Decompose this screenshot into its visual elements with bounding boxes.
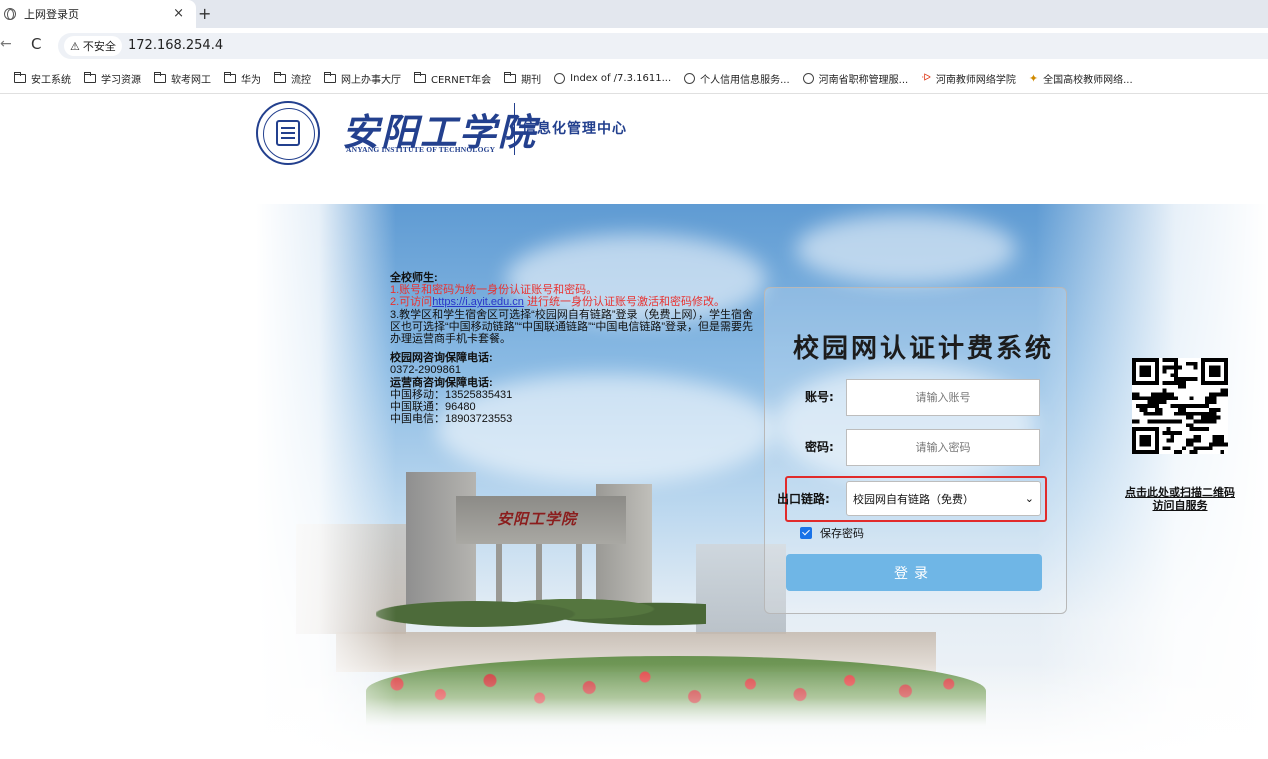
bookmark-item[interactable]: 网上办事大厅 — [323, 71, 401, 86]
qr-caption-line-2: 访问自服务 — [1152, 499, 1208, 512]
identity-portal-link[interactable]: https://i.ayit.edu.cn — [432, 296, 524, 308]
chevron-down-icon: ⌄ — [1024, 492, 1034, 505]
notice-line-3: 3.教学区和学生宿舍区可选择“校园网自有链路”登录（免费上网），学生宿舍区也可选… — [390, 308, 753, 346]
bookmark-label: 软考网工 — [171, 75, 211, 86]
mobile-phone: 中国移动：13525835431 — [390, 388, 513, 401]
isp-phone-label: 运营商咨询保障电话: — [390, 376, 493, 389]
tab-title: 上网登录页 — [24, 8, 79, 21]
folder-icon — [13, 72, 26, 83]
bookmark-item[interactable]: 河南省职称管理服... — [802, 71, 909, 86]
campus-phone-label: 校园网咨询保障电话: — [390, 352, 493, 365]
bookmarks-bar: 安工系统 学习资源 软考网工 华为 流控 网上办事大厅 CERNET年会 期刊 Index of… — [0, 64, 1268, 94]
globe-icon — [684, 73, 696, 84]
tab-bar: 上网登录页 × + — [0, 0, 1268, 28]
folder-icon — [273, 72, 286, 83]
exit-link-select[interactable]: 校园网自有链路（免费） ⌄ — [846, 481, 1041, 516]
notice-panel: 全校师生: 1.账号和密码为统一身份认证账号和密码。 2.可访问https://… — [390, 272, 762, 425]
bookmark-item[interactable]: 个人信用信息服务... — [684, 71, 790, 86]
bookmark-label: Index of /7.3.1611... — [570, 73, 672, 84]
folder-icon — [323, 72, 336, 83]
campus-phone: 0372-2909861 — [390, 364, 461, 377]
bookmark-label: 个人信用信息服务... — [700, 75, 790, 86]
self-service-link[interactable]: 点击此处或扫描二维码 访问自服务 — [1118, 486, 1242, 512]
reload-icon[interactable]: C — [31, 35, 41, 53]
hero-background: 安阳工学院 全校师生: 1.账号和密码为统一身份认证账号和密码。 2.可访问ht… — [256, 204, 1268, 759]
bookmark-item[interactable]: 期刊 — [503, 71, 542, 86]
save-password-label: 保存密码 — [820, 527, 864, 540]
folder-icon — [223, 72, 236, 83]
bookmark-item[interactable]: 软考网工 — [153, 71, 211, 86]
bookmark-label: 网上办事大厅 — [341, 75, 401, 86]
qr-code[interactable] — [1132, 358, 1228, 454]
notice-heading: 全校师生: — [390, 272, 438, 284]
flame-icon: ᐒ — [921, 73, 931, 84]
qr-caption-line-1: 点击此处或扫描二维码 — [1125, 486, 1235, 499]
password-label: 密码: — [805, 440, 834, 454]
bookmark-item[interactable]: ᐒ 河南教师网络学院 — [921, 71, 1016, 86]
address-bar: ← C ⚠ 不安全 172.168.254.4 — [0, 28, 1268, 64]
bookmark-item[interactable]: ✦ 全国高校教师网络... — [1029, 71, 1133, 86]
save-password-row[interactable]: 保存密码 — [800, 525, 864, 541]
school-name-en: ANYANG INSTITUTE OF TECHNOLOGY — [346, 145, 496, 154]
bookmark-label: CERNET年会 — [431, 75, 492, 86]
new-tab-button[interactable]: + — [198, 4, 211, 23]
account-input[interactable] — [846, 379, 1040, 416]
school-seal-logo — [256, 101, 320, 165]
site-header: 安阳工学院 ANYANG INSTITUTE OF TECHNOLOGY 信息化… — [256, 98, 676, 165]
bookmark-label: 学习资源 — [101, 75, 141, 86]
login-title: 校园网认证计费系统 — [793, 334, 1055, 364]
bookmark-item[interactable]: 学习资源 — [83, 71, 141, 86]
security-warning-text: 不安全 — [82, 40, 116, 53]
folder-icon — [413, 72, 426, 83]
bookmark-label: 期刊 — [521, 75, 542, 86]
notice-line-2: 2.可访问https://i.ayit.edu.cn 进行统一身份认证账号激活和… — [390, 296, 762, 308]
globe-icon — [554, 73, 566, 84]
back-arrow-icon[interactable]: ← — [0, 36, 12, 52]
telecom-phone: 中国电信：18903723553 — [390, 413, 513, 426]
login-button[interactable]: 登录 — [786, 554, 1042, 591]
globe-icon — [4, 8, 16, 20]
omnibox[interactable]: ⚠ 不安全 172.168.254.4 — [58, 33, 1268, 59]
folder-icon — [83, 72, 96, 83]
warning-triangle-icon: ⚠ — [70, 39, 80, 53]
security-chip[interactable]: ⚠ 不安全 — [64, 36, 122, 56]
bookmark-label: 流控 — [291, 75, 311, 86]
bookmark-label: 华为 — [241, 75, 261, 86]
center-name: 信息化管理中心 — [522, 121, 627, 137]
password-input[interactable] — [846, 429, 1040, 466]
bookmark-label: 河南省职称管理服... — [818, 75, 909, 86]
save-password-checkbox[interactable] — [800, 527, 812, 539]
notice-line-2-suffix: 进行统一身份认证账号激活和密码修改。 — [523, 296, 725, 309]
browser-tab[interactable]: 上网登录页 × — [0, 0, 196, 28]
folder-icon — [153, 72, 166, 83]
header-divider — [514, 103, 515, 155]
login-panel: 校园网认证计费系统 账号: 密码: 出口链路: 校园网自有链路（免费） ⌄ 保存… — [764, 287, 1067, 614]
bookmark-label: 全国高校教师网络... — [1043, 75, 1133, 86]
notice-line-2-prefix: 2.可访问 — [390, 296, 433, 309]
exit-link-selected: 校园网自有链路（免费） — [853, 492, 974, 506]
trees — [376, 584, 706, 634]
star-icon: ✦ — [1028, 72, 1039, 85]
account-label: 账号: — [805, 390, 834, 404]
bookmark-item[interactable]: 流控 — [273, 71, 311, 86]
unicom-phone: 中国联通：96480 — [390, 401, 476, 414]
bookmark-label: 河南教师网络学院 — [935, 75, 1016, 86]
tab-close-icon[interactable]: × — [173, 6, 184, 21]
globe-icon — [802, 73, 814, 84]
notice-line-1: 1.账号和密码为统一身份认证账号和密码。 — [390, 284, 598, 297]
bookmark-item[interactable]: Index of /7.3.1611... — [554, 73, 671, 84]
exit-link-label: 出口链路: — [777, 492, 830, 506]
bookmark-label: 安工系统 — [31, 75, 71, 86]
folder-icon — [503, 72, 517, 83]
bookmark-item[interactable]: CERNET年会 — [413, 71, 492, 86]
gate-plaque: 安阳工学院 — [497, 510, 578, 528]
bookmark-item[interactable]: 安工系统 — [13, 71, 71, 86]
bookmark-item[interactable]: 华为 — [223, 71, 261, 86]
url-text[interactable]: 172.168.254.4 — [128, 38, 223, 53]
